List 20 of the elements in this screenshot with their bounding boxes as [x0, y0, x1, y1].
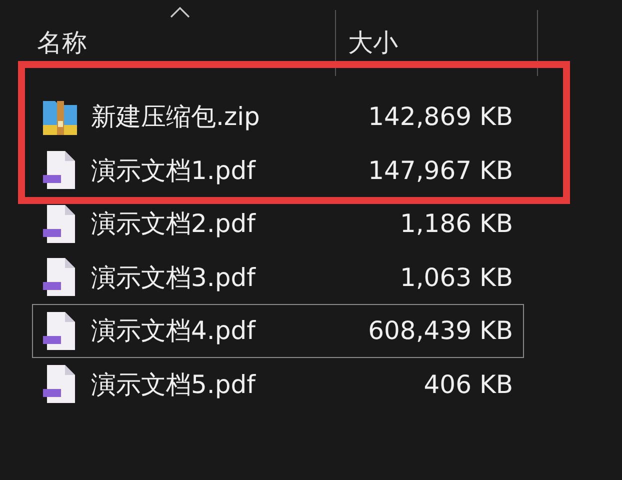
file-name: 演示文档3.pdf	[91, 262, 256, 294]
file-size: 1,063 KB	[400, 262, 513, 292]
file-name: 演示文档2.pdf	[91, 208, 256, 240]
file-row[interactable]: 演示文档1.pdf 147,967 KB	[32, 144, 524, 197]
file-name: 演示文档5.pdf	[91, 368, 256, 401]
file-size: 406 KB	[424, 370, 513, 399]
file-name: 演示文档4.pdf	[91, 315, 256, 348]
file-row[interactable]: 演示文档3.pdf 1,063 KB	[32, 250, 524, 304]
file-size: 142,869 KB	[368, 102, 513, 132]
column-header[interactable]: 大小	[336, 10, 538, 76]
file-name: 演示文档1.pdf	[91, 154, 256, 187]
column-header[interactable]: 名称	[0, 10, 336, 76]
file-size: 1,186 KB	[400, 209, 513, 238]
file-name: 新建压缩包.zip	[91, 101, 260, 134]
file-row[interactable]: 新建压缩包.zip 142,869 KB	[32, 90, 524, 144]
file-size: 608,439 KB	[368, 316, 513, 346]
file-size: 147,967 KB	[368, 156, 513, 185]
file-row[interactable]: 演示文档5.pdf 406 KB	[32, 358, 524, 411]
file-row[interactable]: 演示文档4.pdf 608,439 KB	[32, 304, 524, 358]
file-row[interactable]: 演示文档2.pdf 1,186 KB	[32, 197, 524, 250]
